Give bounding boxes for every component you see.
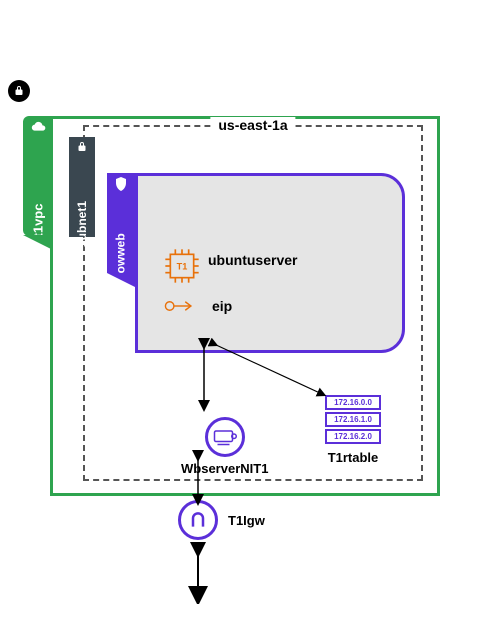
shield-icon (115, 177, 127, 191)
route-table: 172.16.0.0 172.16.1.0 172.16.2.0 T1rtabl… (325, 395, 381, 465)
arrow-igw-to-internet (188, 542, 208, 604)
lock-badge (8, 80, 30, 102)
internet-gateway: T1Igw (178, 500, 265, 540)
vpc-label: t1vpc (31, 204, 46, 238)
eip-resource: eip (164, 296, 232, 316)
route-table-label: T1rtable (325, 450, 381, 465)
internet-gateway-label: T1Igw (228, 513, 265, 528)
eip-name: eip (212, 298, 232, 314)
route-table-rows: 172.16.0.0 172.16.1.0 172.16.2.0 (325, 395, 381, 444)
subnet-tab: subnet1 (69, 137, 95, 237)
route-row: 172.16.1.0 (325, 412, 381, 427)
az-label: us-east-1a (210, 117, 295, 133)
security-group-box: T1 ubuntu (135, 173, 405, 353)
instance-id: T1 (177, 261, 188, 271)
arrow-ni-to-igw (188, 450, 208, 506)
subnet-label: subnet1 (75, 201, 89, 247)
availability-zone: us-east-1a subnet1 allowweb T1 (83, 125, 423, 481)
sg-notch (107, 273, 135, 287)
arrow-sg-to-rt (208, 338, 328, 404)
subnet-container: subnet1 allowweb T1 (95, 137, 415, 357)
lock-icon (13, 85, 25, 97)
vpc-container: t1vpc us-east-1a subnet1 allowweb T (50, 116, 440, 496)
eip-icon (164, 296, 198, 316)
vpc-notch (23, 235, 53, 250)
vpc-tab: t1vpc (23, 116, 53, 236)
cpu-icon: T1 (162, 246, 202, 286)
instance-name: ubuntuserver (208, 252, 297, 268)
lock-icon (76, 141, 88, 153)
route-row: 172.16.0.0 (325, 395, 381, 410)
security-group-tab: allowweb (107, 173, 135, 273)
instance-resource: ubuntuserver (208, 252, 297, 268)
cloud-icon (30, 120, 46, 132)
route-row: 172.16.2.0 (325, 429, 381, 444)
internet-gateway-icon (178, 500, 218, 540)
network-interface-icon (205, 417, 245, 457)
